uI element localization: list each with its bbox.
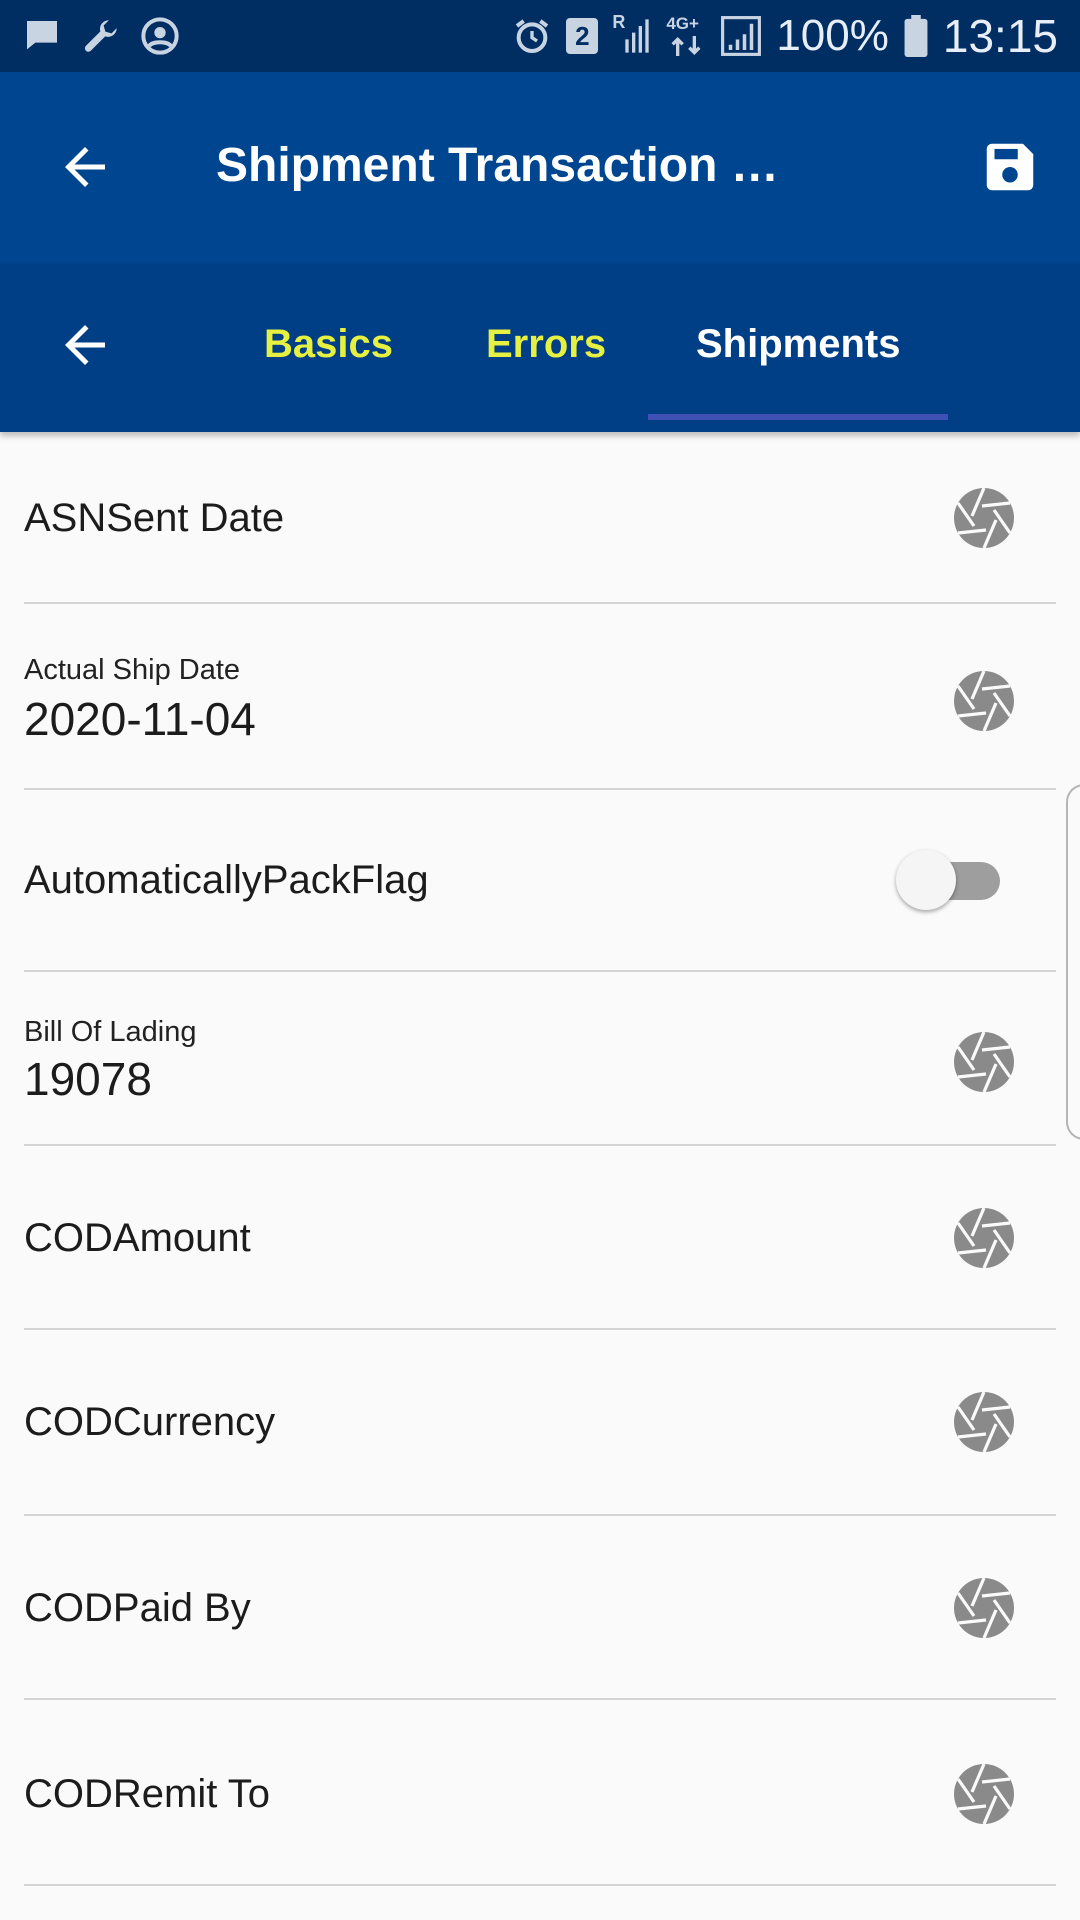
signal-box-icon [720, 15, 762, 57]
field-label: ASNSent Date [24, 496, 285, 540]
aperture-icon[interactable] [952, 1206, 1016, 1270]
app-bar: Shipment Transaction … [0, 72, 1080, 264]
field-label: CODCurrency [24, 1400, 276, 1444]
alarm-icon [512, 16, 552, 56]
field-row-automatically-pack-flag[interactable]: AutomaticallyPackFlag [0, 790, 1080, 970]
edge-panel-handle[interactable] [1066, 784, 1080, 1140]
aperture-icon[interactable] [952, 1390, 1016, 1454]
status-right: 2 R 4G+ 100% 13:15 [512, 9, 1058, 63]
field-row-cod-remit-to[interactable]: CODRemit To [0, 1700, 1080, 1886]
automatically-pack-toggle[interactable] [896, 848, 1006, 912]
clock: 13:15 [942, 10, 1058, 62]
data-arrows-icon: 4G+ [666, 14, 706, 58]
arrow-back-icon [65, 325, 105, 365]
arrow-back-icon [65, 147, 105, 187]
tab-errors[interactable]: Errors [486, 322, 606, 367]
aperture-icon[interactable] [952, 486, 1016, 550]
field-label: CODRemit To [24, 1772, 270, 1816]
field-row-actual-ship-date[interactable]: Actual Ship Date 2020-11-04 [0, 604, 1080, 790]
save-icon [986, 143, 1034, 191]
active-tab-indicator [648, 414, 948, 420]
shipment-field-list: ASNSent Date Actual Ship Date 2020-11-04… [0, 432, 1080, 1886]
roaming-label: R [612, 12, 626, 32]
field-row-cod-currency[interactable]: CODCurrency [0, 1330, 1080, 1516]
aperture-icon[interactable] [952, 669, 1016, 733]
signal-icon: R [612, 12, 652, 56]
field-value: 19078 [24, 1053, 152, 1105]
tab-basics[interactable]: Basics [264, 322, 393, 367]
aperture-icon[interactable] [952, 1030, 1016, 1094]
account-circle-icon [140, 16, 180, 56]
page-title: Shipment Transaction … [216, 139, 776, 192]
row-divider [24, 1884, 1056, 1886]
status-bar: 2 R 4G+ 100% 13:15 [0, 0, 1080, 72]
field-row-asn-sent-date[interactable]: ASNSent Date [0, 432, 1080, 604]
status-left [22, 15, 180, 57]
field-value: 2020-11-04 [24, 693, 256, 745]
sim-badge-number: 2 [575, 20, 590, 51]
aperture-icon[interactable] [952, 1576, 1016, 1640]
chat-icon [22, 16, 62, 56]
tab-bar: Basics Errors Shipments [0, 264, 1080, 432]
wrench-icon [80, 15, 122, 57]
tab-shipments[interactable]: Shipments [696, 322, 900, 367]
field-label: CODAmount [24, 1216, 251, 1260]
battery-percent: 100% [776, 11, 889, 60]
aperture-icon[interactable] [952, 1762, 1016, 1826]
field-label: CODPaid By [24, 1586, 251, 1630]
field-label: Actual Ship Date [24, 654, 241, 686]
save-button[interactable] [975, 132, 1045, 202]
back-button[interactable] [50, 132, 120, 202]
field-row-cod-paid-by[interactable]: CODPaid By [0, 1516, 1080, 1700]
field-label: Bill Of Lading [24, 1016, 197, 1048]
tab-back-button[interactable] [50, 310, 120, 380]
toggle-knob [896, 850, 956, 910]
field-row-bill-of-lading[interactable]: Bill Of Lading 19078 [0, 972, 1080, 1146]
field-label: AutomaticallyPackFlag [24, 858, 429, 902]
sim-badge-icon: 2 [566, 18, 599, 54]
network-label: 4G+ [666, 14, 699, 33]
battery-icon [903, 15, 929, 57]
field-row-cod-amount[interactable]: CODAmount [0, 1146, 1080, 1330]
